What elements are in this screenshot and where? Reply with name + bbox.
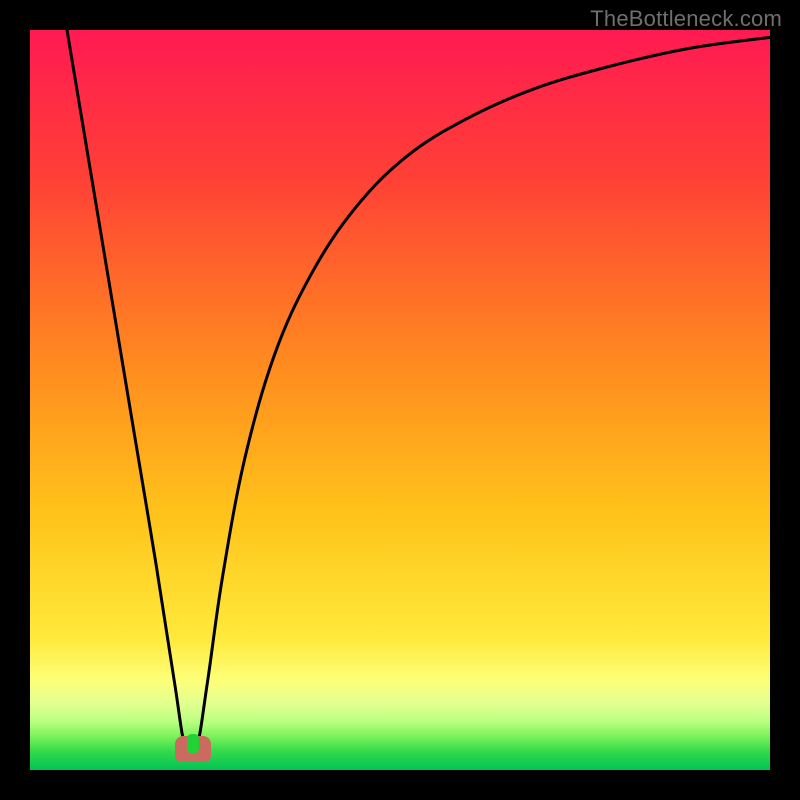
watermark-text: TheBottleneck.com [590,6,782,32]
bottleneck-curve-path [67,30,770,757]
plot-area [30,30,770,770]
curve-svg [30,30,770,770]
optimal-marker [175,736,211,762]
chart-frame: TheBottleneck.com [0,0,800,800]
